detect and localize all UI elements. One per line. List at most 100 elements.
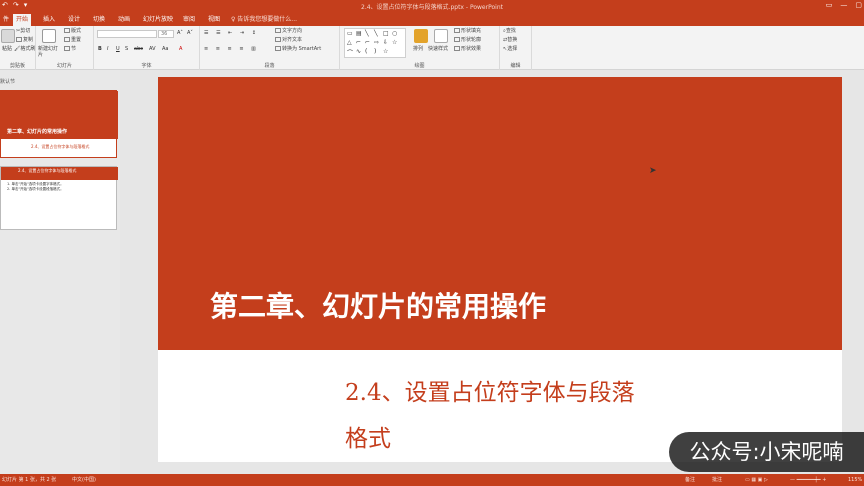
minimize-icon[interactable]: — (840, 1, 847, 9)
zoom-slider[interactable]: — ━━━━━━┿━ + (790, 474, 826, 486)
elbow-shape-icon[interactable]: ⌐ (356, 39, 361, 46)
tab-review[interactable]: 审阅 (180, 14, 198, 26)
line2-shape-icon[interactable]: ╲ (374, 30, 378, 37)
view-buttons[interactable]: ▭ ▦ ▣ ▷ (745, 474, 768, 486)
paren2-shape-icon[interactable]: ) (374, 48, 376, 55)
font-size-select[interactable]: 36 (158, 30, 174, 38)
slide-thumbnails-pane[interactable]: 默认节 第二章、幻灯片的常用操作 2.4、设置占位符字体与段落格式 2.4、设置… (0, 70, 120, 474)
shrink-font-icon[interactable]: A˅ (187, 30, 193, 36)
drawing-group: ▭ ▤ ╲ ╲ □ ○ △ ⌐ ⌐ ⇨ ⇩ ☆ ⌒ ∿ ( ) ☆ 排列 快速样… (340, 26, 500, 70)
paren-shape-icon[interactable]: ( (365, 48, 367, 55)
smartart-icon (275, 46, 281, 51)
elbow2-shape-icon[interactable]: ⌐ (365, 39, 370, 46)
shadow-button[interactable]: S (125, 46, 128, 52)
thumb1-title: 第二章、幻灯片的常用操作 (7, 129, 68, 135)
align-text-button[interactable]: 对齐文本 (275, 37, 302, 44)
maximize-icon[interactable]: ▢ (855, 1, 862, 9)
zoom-level[interactable]: 115% (848, 474, 862, 486)
arrow-shape-icon[interactable]: ⇨ (374, 39, 379, 46)
ribbon-display-icon[interactable]: ▭ (826, 1, 833, 9)
arrange-icon[interactable] (414, 29, 428, 43)
language-indicator[interactable]: 中文(中国) (72, 474, 96, 486)
tab-animations[interactable]: 动画 (115, 14, 133, 26)
tab-view[interactable]: 视图 (205, 14, 223, 26)
change-case-button[interactable]: Aa (162, 46, 168, 52)
drawing-group-label: 绘图 (414, 63, 425, 69)
font-name-select[interactable] (97, 30, 157, 38)
paste-icon[interactable] (1, 29, 15, 43)
shape-fill-label: 形状填充 (461, 28, 482, 34)
tab-design[interactable]: 设计 (65, 14, 83, 26)
shape-outline-button[interactable]: 形状轮廓 (454, 37, 481, 44)
powerpoint-window: ↶ ↷ ▾ 2.4、设置占位符字体与段落格式.pptx - PowerPoint… (0, 0, 864, 486)
list-buttons[interactable]: ☰ ☰ ⇤ ⇥ ↕ (204, 30, 259, 36)
shape-fill-button[interactable]: 形状填充 (454, 28, 481, 35)
tab-home[interactable]: 开始 (13, 14, 32, 26)
mouse-cursor-icon: ➤ (649, 166, 657, 176)
format-painter-button[interactable]: 🖌格式刷 (14, 46, 35, 53)
clipboard-group-label: 剪贴板 (9, 63, 25, 69)
curve-shape-icon[interactable]: ∿ (356, 48, 361, 55)
quick-styles-label[interactable]: 快速样式 (428, 46, 448, 53)
slide-title[interactable]: 第二章、幻灯片的常用操作 (210, 285, 546, 325)
arrow2-shape-icon[interactable]: ⇩ (383, 39, 388, 46)
grow-font-icon[interactable]: A˄ (177, 30, 183, 36)
font-group: 36 A˄ A˅ B I U S abc AV Aa A 字体 (94, 26, 200, 70)
tab-file[interactable]: 件 (0, 14, 12, 26)
line-shape-icon[interactable]: ╲ (365, 30, 369, 37)
select-button[interactable]: ↖选择 (503, 46, 517, 53)
star2-shape-icon[interactable]: ☆ (383, 48, 388, 55)
rect-shape-icon[interactable]: □ (383, 30, 389, 37)
section-button[interactable]: 节 (64, 46, 76, 53)
new-slide-label[interactable]: 新建幻灯片 (38, 46, 62, 58)
clipboard-group: 粘贴 ✂剪切 复制 🖌格式刷 剪贴板 (0, 26, 36, 70)
smartart-button[interactable]: 转换为 SmartArt (275, 46, 321, 53)
slide-thumbnail-1[interactable]: 第二章、幻灯片的常用操作 2.4、设置占位符字体与段落格式 (0, 90, 118, 158)
character-spacing-button[interactable]: AV (149, 46, 156, 52)
shape-effects-label: 形状效果 (461, 46, 482, 52)
shape-effects-button[interactable]: 形状效果 (454, 46, 481, 53)
find-label: 查找 (505, 28, 516, 34)
copy-button[interactable]: 复制 (16, 37, 33, 44)
shapes-gallery[interactable]: ▭ ▤ ╲ ╲ □ ○ △ ⌐ ⌐ ⇨ ⇩ ☆ ⌒ ∿ ( ) ☆ (344, 28, 406, 58)
arrange-label[interactable]: 排列 (413, 46, 423, 53)
cut-button[interactable]: ✂剪切 (16, 28, 30, 35)
reset-icon (64, 37, 70, 42)
layout-button[interactable]: 版式 (64, 28, 81, 35)
new-slide-icon[interactable] (42, 29, 56, 43)
rectangle-shape-icon[interactable]: ▭ (347, 30, 353, 37)
strikethrough-button[interactable]: abc (134, 46, 143, 52)
notes-button[interactable]: 备注 (685, 474, 695, 486)
italic-button[interactable]: I (107, 46, 108, 52)
cut-label: 剪切 (20, 28, 31, 34)
reset-label: 重置 (71, 37, 82, 43)
font-color-button[interactable]: A (179, 46, 182, 52)
comments-button[interactable]: 批注 (712, 474, 722, 486)
replace-button[interactable]: ⇄替换 (503, 37, 517, 44)
brace-shape-icon[interactable]: ⌒ (347, 48, 353, 57)
text-direction-label: 文字方向 (282, 28, 303, 34)
underline-button[interactable]: U (116, 46, 120, 52)
ribbon-tabs: 件 开始 插入 设计 切换 动画 幻灯片放映 审阅 视图 ♀ 告诉我您想要做什么… (0, 12, 864, 26)
textbox-shape-icon[interactable]: ▤ (356, 30, 362, 37)
tab-insert[interactable]: 插入 (40, 14, 58, 26)
triangle-shape-icon[interactable]: △ (347, 39, 352, 46)
slide-subtitle[interactable]: 2.4、设置占位符字体与段落格式 (345, 370, 655, 462)
tab-transitions[interactable]: 切换 (90, 14, 108, 26)
select-label: 选择 (507, 46, 518, 52)
reset-button[interactable]: 重置 (64, 37, 81, 44)
oval-shape-icon[interactable]: ○ (392, 30, 397, 37)
star-shape-icon[interactable]: ☆ (392, 39, 397, 46)
thumb2-title: 2.4、设置占位符字体与段落格式 (18, 168, 77, 173)
find-button[interactable]: ⌕查找 (503, 28, 516, 35)
quick-styles-icon[interactable] (434, 29, 448, 43)
text-direction-icon (275, 28, 281, 33)
tell-me-search[interactable]: ♀ 告诉我您想要做什么... (231, 14, 297, 25)
text-direction-button[interactable]: 文字方向 (275, 28, 302, 35)
tab-slideshow[interactable]: 幻灯片放映 (140, 14, 176, 26)
bold-button[interactable]: B (98, 46, 102, 52)
slide-thumbnail-2[interactable]: 2.4、设置占位符字体与段落格式 1. 单击"开始"选项卡设置字体格式。 2. … (0, 166, 118, 230)
shape-effects-icon (454, 46, 460, 51)
align-buttons[interactable]: ≡ ≡ ≡ ≡ ▥ (204, 46, 259, 52)
slide-canvas[interactable]: 第二章、幻灯片的常用操作 2.4、设置占位符字体与段落格式 (158, 77, 842, 462)
